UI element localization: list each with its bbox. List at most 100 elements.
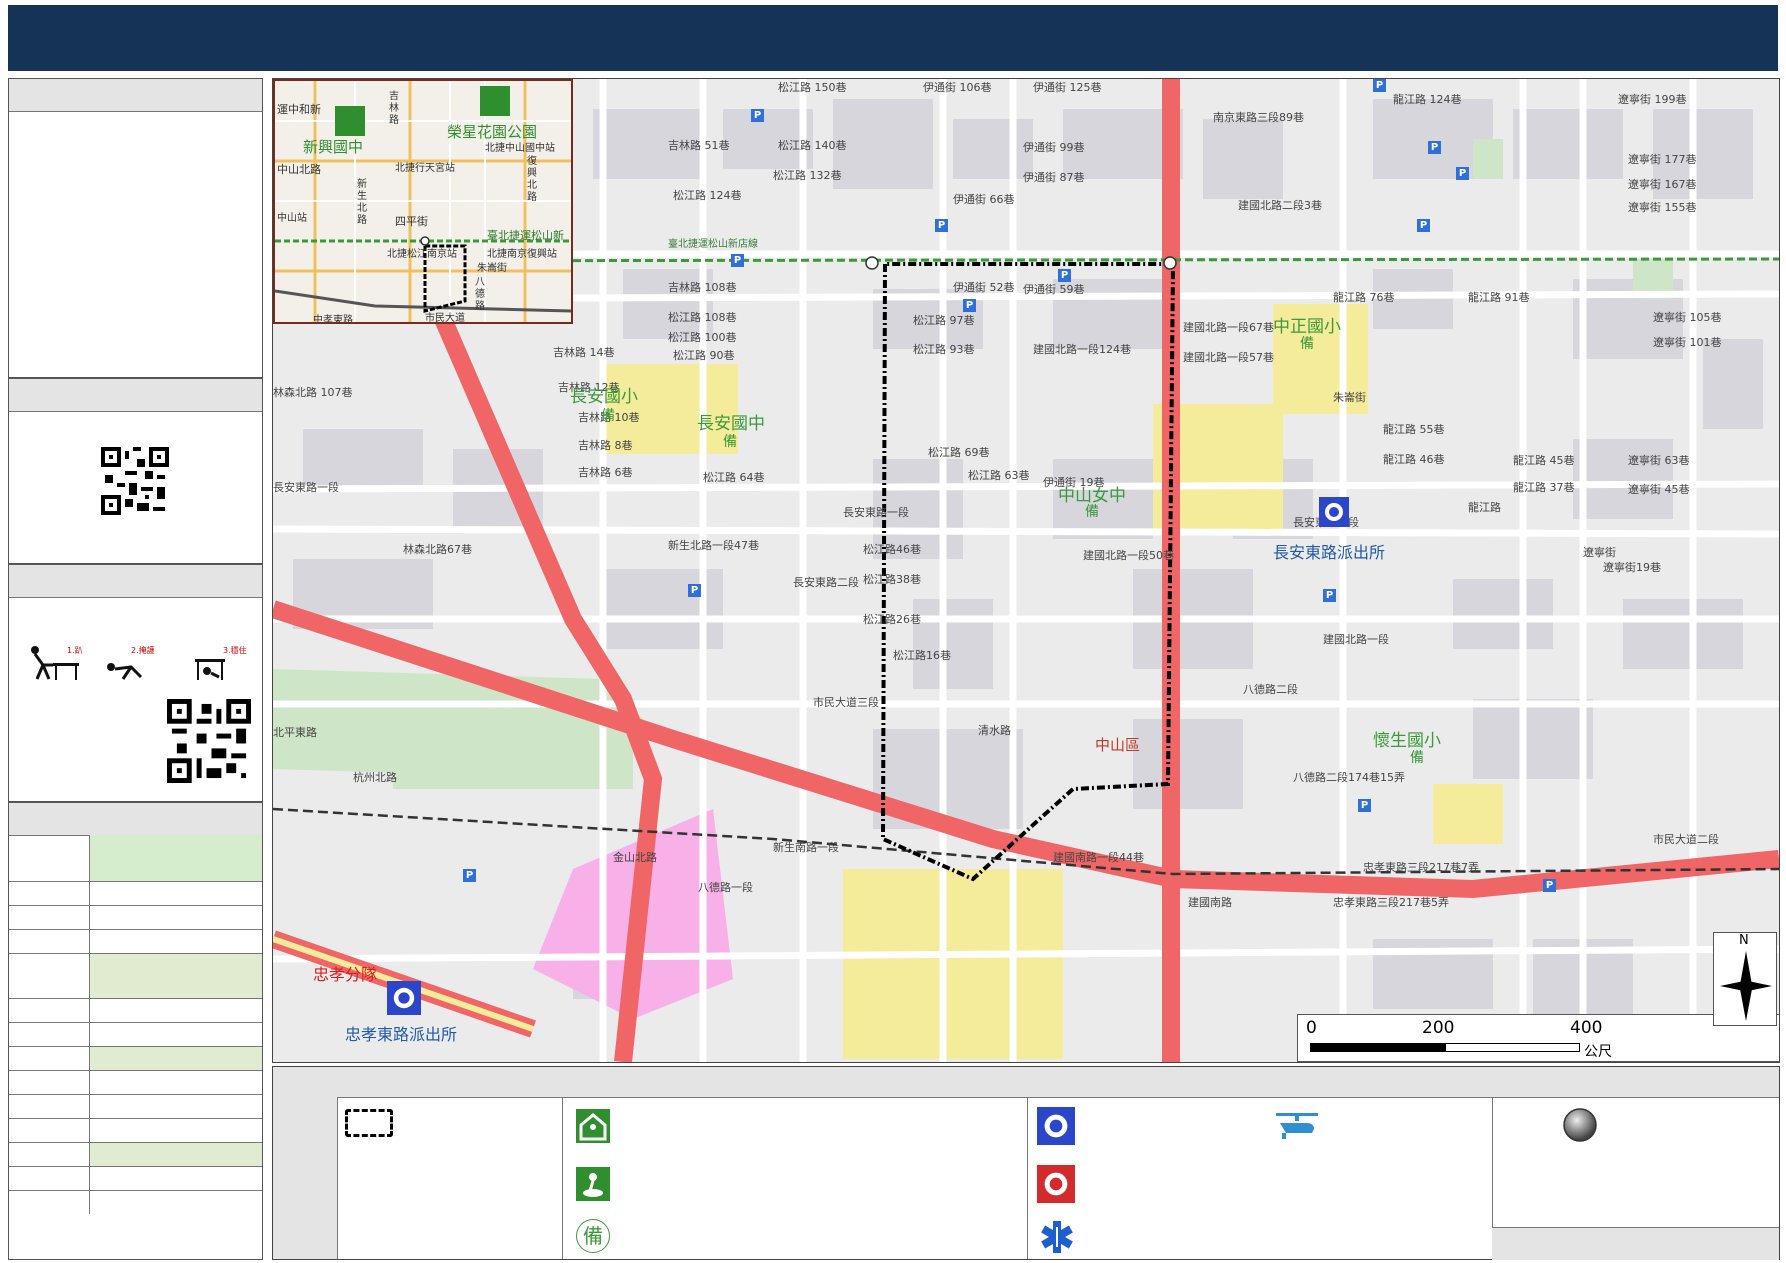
district-label: 中山區	[1095, 736, 1141, 754]
map-legend: 備	[272, 1066, 1780, 1260]
table-row	[9, 906, 262, 930]
map-label: 建國北路一段50巷	[1083, 549, 1174, 562]
table-row	[9, 1047, 262, 1071]
qr-code-icon[interactable]	[167, 699, 251, 783]
panel-header	[9, 565, 262, 598]
inset-map[interactable]: 運中和新 新興國中 榮星花園公園 北捷中山國中站 北捷行天宮站 中山北路 吉林路…	[273, 79, 573, 324]
map-label: 松江路 100巷	[668, 331, 737, 344]
scale-bar: 0 200 400 公尺	[1297, 1014, 1779, 1062]
map-label: 南京東路三段89巷	[1213, 111, 1304, 124]
sidebar-panel-earthquake: 1.趴下 2.掩護 3.穩住	[8, 564, 263, 802]
map-label: 龍江路 45巷	[1513, 454, 1575, 467]
map-label: 八德路二段174巷15弄	[1293, 771, 1405, 784]
table-row	[9, 954, 262, 999]
table-row	[9, 1191, 262, 1214]
map-label: 遼寧街 167巷	[1628, 178, 1697, 191]
map-label: 伊通街 59巷	[1023, 283, 1085, 296]
parking-icon: P	[1323, 589, 1336, 602]
bei-icon: 備	[1300, 336, 1314, 352]
map-label: 吉林路 6巷	[578, 466, 633, 479]
table-row	[9, 930, 262, 954]
legend-title-col	[273, 1067, 338, 1259]
map-label: 松江路 124巷	[673, 189, 742, 202]
earthquake-hold-icon: 3.穩住	[195, 645, 247, 680]
police-station-label: 長安東路派出所	[1273, 543, 1386, 562]
compass-icon	[1720, 951, 1772, 1021]
map-label: 建國北路二段3巷	[1238, 199, 1322, 212]
earthquake-drop-icon: 1.趴下	[31, 646, 83, 680]
map-label: 遼寧街 45巷	[1628, 483, 1690, 496]
parking-icon: P	[1417, 219, 1430, 232]
drop-label: 1.趴下	[67, 646, 83, 655]
parking-icon: P	[963, 299, 976, 312]
scale-unit: 公尺	[1584, 1044, 1612, 1060]
qr-code-icon[interactable]	[101, 447, 169, 515]
map-label: 遼寧街 199巷	[1618, 93, 1687, 106]
hold-label: 3.穩住	[223, 645, 247, 655]
inset-label: 臺北捷運松山新	[487, 229, 564, 242]
scale-tick: 200	[1422, 1018, 1455, 1038]
map-label: 松江路16巷	[893, 649, 951, 662]
table-row	[9, 1167, 262, 1191]
inset-label: 朱崙街	[477, 263, 507, 274]
map-label: 伊通街 99巷	[1023, 141, 1085, 154]
map-label: 北平東路	[273, 726, 317, 739]
map-label: 龍江路 46巷	[1383, 453, 1445, 466]
map-label: 建國南路	[1188, 896, 1232, 909]
legend-col-emergency	[1027, 1067, 1493, 1259]
inset-label: 中山北路	[277, 163, 321, 176]
inset-label: 新生北路	[357, 179, 367, 226]
map-label: 松江路 69巷	[928, 446, 990, 459]
north-arrow: N	[1713, 932, 1777, 1026]
map-label: 杭州北路	[353, 771, 397, 784]
map-label: 朱崙街	[1333, 391, 1366, 404]
main-map[interactable]: 松江路 150巷 伊通街 106巷 伊通街 125巷 南京東路三段89巷 龍江路…	[272, 78, 1780, 1063]
parking-icon: P	[751, 109, 764, 122]
police-badge-icon	[1037, 1107, 1075, 1145]
map-label: 吉林路 108巷	[668, 281, 737, 294]
map-label: 吉林路 8巷	[578, 439, 633, 452]
inset-label: 中孝東路	[313, 315, 353, 324]
map-label: 林森北路67巷	[403, 543, 472, 556]
inset-label: 八德路	[475, 277, 485, 312]
map-label: 遼寧街 101巷	[1653, 336, 1722, 349]
panel-header	[9, 803, 262, 836]
inset-label: 北捷松江南京站	[387, 249, 457, 260]
bei-icon: 備	[723, 434, 737, 450]
inset-label: 北捷南京復興站	[487, 249, 557, 260]
metro-station-icon	[865, 256, 879, 270]
parking-icon: P	[463, 869, 476, 882]
sidebar-panel-table	[8, 802, 263, 1260]
sidebar-panel-info	[8, 78, 263, 378]
inset-label: 北捷中山國中站	[485, 143, 555, 154]
map-label: 松江路 63巷	[968, 469, 1030, 482]
fire-badge-icon	[1037, 1165, 1075, 1203]
map-label: 松江路 132巷	[773, 169, 842, 182]
inset-label: 中山站	[277, 213, 307, 224]
map-label: 松江路46巷	[863, 543, 921, 556]
map-label: 遼寧街 63巷	[1628, 454, 1690, 467]
legend-col-boundary	[337, 1067, 563, 1259]
legend-col-other	[1492, 1067, 1779, 1260]
parking-icon: P	[688, 584, 701, 597]
parking-icon: P	[1358, 799, 1371, 812]
inset-label: 北捷行天宮站	[395, 163, 455, 174]
map-label: 長安東路二段	[793, 576, 859, 589]
parking-icon: P	[1428, 141, 1441, 154]
map-label: 遼寧街	[1583, 546, 1616, 559]
map-label: 建國北路一段	[1323, 633, 1389, 646]
map-label: 松江路 140巷	[778, 139, 847, 152]
map-label: 吉林路 14巷	[553, 346, 615, 359]
map-label: 吉林路 51巷	[668, 139, 730, 152]
scale-tick: 400	[1570, 1018, 1603, 1038]
panel-header	[9, 379, 262, 412]
table-row	[9, 835, 262, 882]
star-of-life-icon	[1041, 1221, 1073, 1253]
marker-circle-icon	[1563, 1108, 1597, 1142]
inset-label: 市民大道	[425, 313, 465, 324]
cover-label: 2.掩護	[131, 645, 155, 655]
map-label: 長安東路一段	[843, 506, 909, 519]
table-row	[9, 1023, 262, 1047]
map-label: 遼寧街19巷	[1603, 561, 1661, 574]
map-label: 龍江路 37巷	[1513, 481, 1575, 494]
